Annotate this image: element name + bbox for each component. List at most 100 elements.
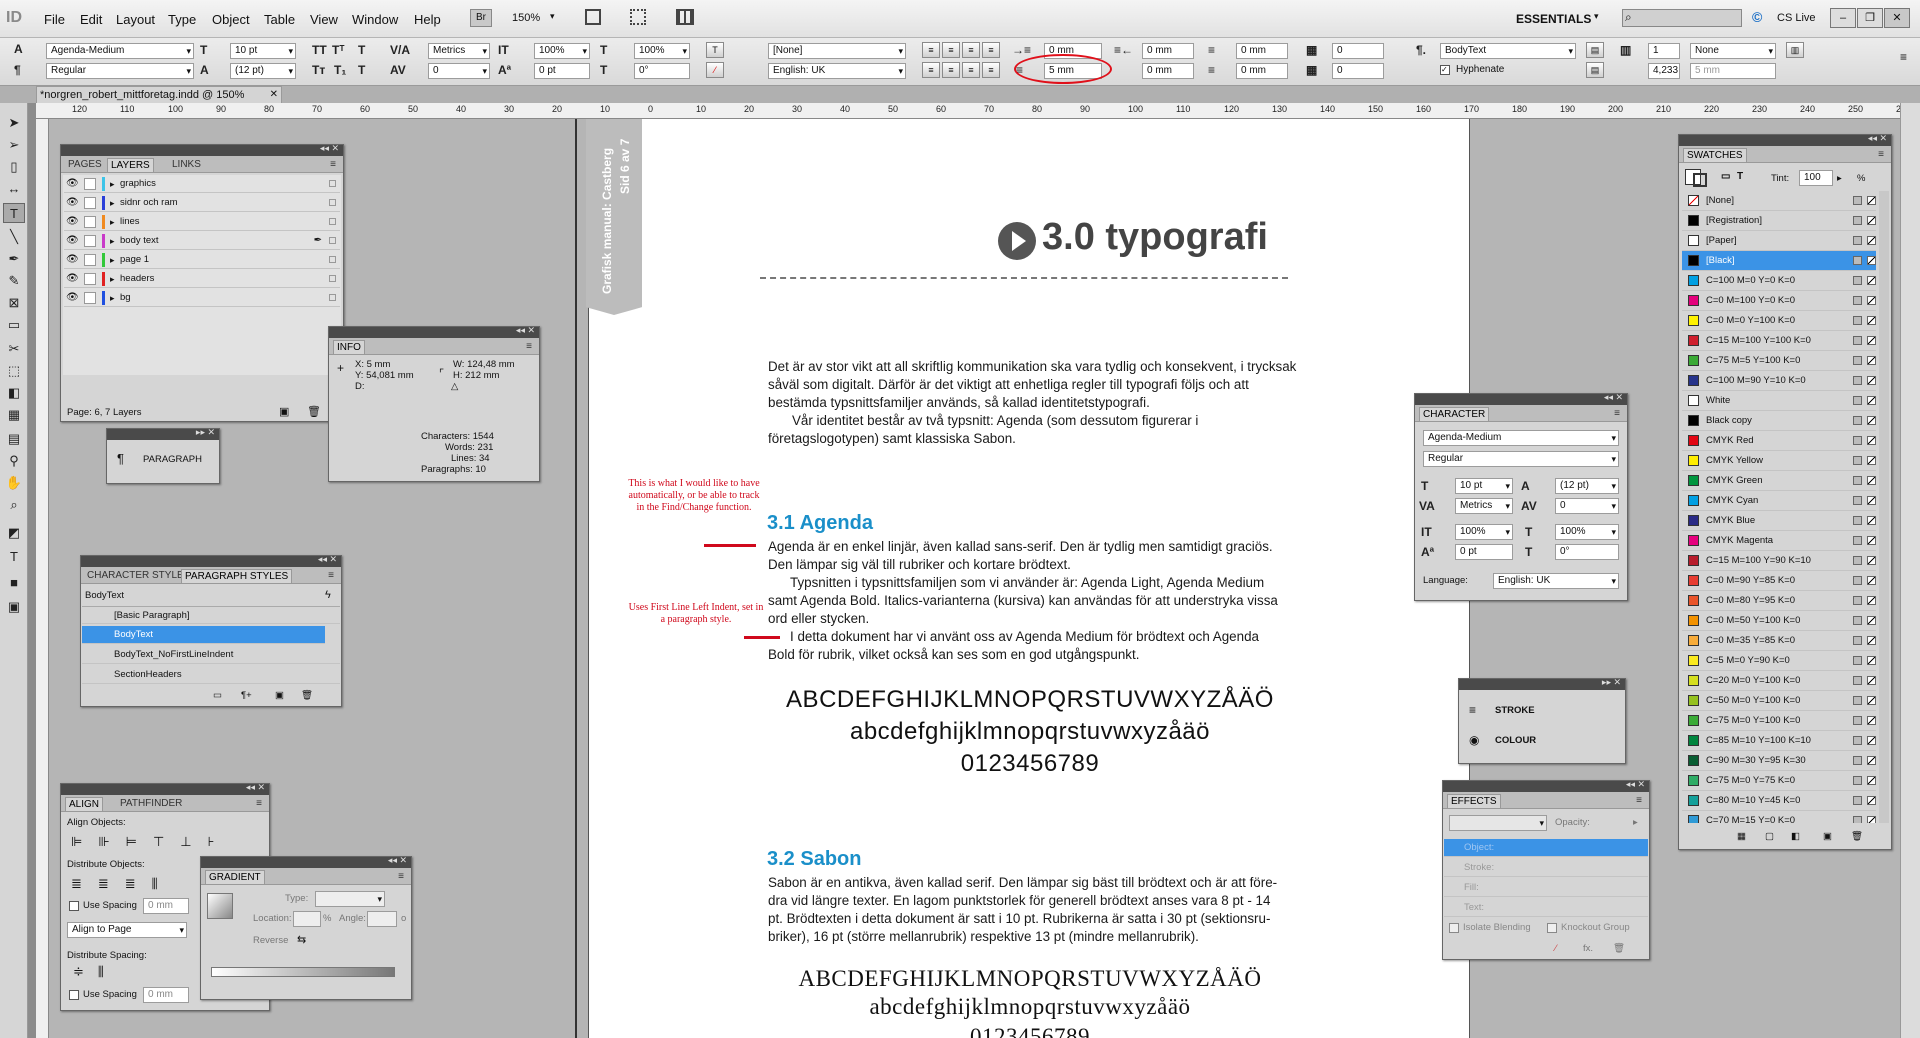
disclosure-triangle-icon[interactable]: ▸ bbox=[110, 251, 115, 269]
tab-character[interactable]: CHARACTER bbox=[1419, 407, 1490, 421]
character-style-select[interactable]: [None] bbox=[768, 43, 906, 59]
baseline-grid-on-icon[interactable]: ▤ bbox=[1586, 62, 1604, 78]
page-tool-icon[interactable]: ▯ bbox=[3, 157, 25, 177]
horizontal-scale-input[interactable]: 100% bbox=[634, 43, 690, 59]
subscript-icon[interactable]: T₁ bbox=[334, 62, 346, 78]
show-color-swatches-icon[interactable]: ▢ bbox=[1765, 831, 1774, 842]
direct-selection-tool-icon[interactable]: ➢ bbox=[3, 135, 25, 155]
character-tracking-select[interactable]: 0 bbox=[1555, 498, 1619, 514]
cs-live-button[interactable]: CS Live bbox=[1777, 12, 1816, 24]
eye-icon[interactable]: 👁 bbox=[66, 213, 79, 231]
lock-toggle[interactable] bbox=[84, 273, 96, 285]
swatch-item[interactable]: C=0 M=80 Y=95 K=0 bbox=[1682, 591, 1876, 611]
space-before-input[interactable]: 0 mm bbox=[1236, 43, 1288, 59]
isolate-blending-checkbox[interactable] bbox=[1449, 923, 1459, 933]
align-towards-spine-icon[interactable]: ≡ bbox=[982, 42, 1000, 58]
eye-icon[interactable]: 👁 bbox=[66, 232, 79, 250]
clear-overrides-icon[interactable]: ¶+ bbox=[241, 690, 252, 701]
swatch-item[interactable]: C=0 M=90 Y=85 K=0 bbox=[1682, 571, 1876, 591]
pen-tool-icon[interactable]: ✒ bbox=[3, 249, 25, 269]
eye-icon[interactable]: 👁 bbox=[66, 175, 79, 193]
character-style-select[interactable]: Regular bbox=[1423, 451, 1619, 467]
panel-menu-icon[interactable]: ≡ bbox=[1611, 407, 1623, 420]
type-tool-icon[interactable]: T bbox=[3, 203, 25, 223]
kerning-select[interactable]: Metrics bbox=[428, 43, 490, 59]
style-item[interactable]: [Basic Paragraph] bbox=[82, 606, 340, 624]
scissors-tool-icon[interactable]: ✂ bbox=[3, 339, 25, 359]
layer-row[interactable]: 👁 ▸ lines bbox=[64, 213, 340, 231]
swatch-item[interactable]: C=0 M=35 Y=85 K=0 bbox=[1682, 631, 1876, 651]
distribute-spacing-icon[interactable]: ≑⫼ bbox=[73, 964, 118, 980]
lock-toggle[interactable] bbox=[84, 254, 96, 266]
use-spacing-checkbox-2[interactable] bbox=[69, 990, 79, 1000]
collapse-icon[interactable]: ◂◂ ✕ bbox=[1868, 133, 1887, 144]
spacing-input[interactable]: 0 mm bbox=[143, 898, 189, 914]
menu-help[interactable]: Help bbox=[414, 12, 441, 27]
effects-row-fill[interactable]: Fill: bbox=[1444, 879, 1648, 897]
swatch-item[interactable]: C=5 M=0 Y=90 K=0 bbox=[1682, 651, 1876, 671]
note-tool-icon[interactable]: ▤ bbox=[3, 429, 25, 449]
new-layer-icon[interactable]: ▣ bbox=[279, 405, 289, 418]
tab-character-styles[interactable]: CHARACTER STYLES bbox=[84, 569, 193, 582]
swatch-item[interactable]: C=70 M=15 Y=0 K=0 bbox=[1682, 811, 1876, 823]
paragraph-panel-label[interactable]: PARAGRAPH bbox=[143, 454, 202, 465]
character-language-select[interactable]: English: UK bbox=[1493, 573, 1619, 589]
knockout-group-checkbox[interactable] bbox=[1547, 923, 1557, 933]
show-gradient-swatches-icon[interactable]: ◧ bbox=[1791, 831, 1800, 842]
gap-tool-icon[interactable]: ↔ bbox=[3, 179, 25, 199]
stroke-none-icon[interactable]: ⁄ bbox=[706, 62, 724, 78]
chevron-down-icon[interactable]: ▾ bbox=[550, 11, 555, 22]
columns-input[interactable]: 1 bbox=[1648, 43, 1680, 59]
free-transform-tool-icon[interactable]: ⬚ bbox=[3, 361, 25, 381]
justify-center-icon[interactable]: ≡ bbox=[942, 62, 960, 78]
layer-row[interactable]: 👁 ▸ graphics bbox=[64, 175, 340, 193]
opacity-arrow-icon[interactable]: ▸ bbox=[1633, 817, 1638, 828]
rectangle-tool-icon[interactable]: ▭ bbox=[3, 315, 25, 335]
align-center-icon[interactable]: ≡ bbox=[942, 42, 960, 58]
panel-menu-icon[interactable]: ≡ bbox=[523, 340, 535, 353]
span-columns-icon[interactable]: ▥ bbox=[1786, 42, 1804, 58]
font-family-select[interactable]: Agenda-Medium bbox=[46, 43, 194, 59]
swatch-item[interactable]: [Black] bbox=[1682, 251, 1876, 271]
panel-menu-icon[interactable]: ≡ bbox=[1875, 148, 1887, 161]
gradient-feather-tool-icon[interactable]: ▦ bbox=[3, 405, 25, 425]
bridge-button[interactable]: Br bbox=[470, 9, 492, 27]
eye-icon[interactable]: 👁 bbox=[66, 270, 79, 288]
swatch-item[interactable]: CMYK Red bbox=[1682, 431, 1876, 451]
collapse-icon[interactable]: ◂◂ ✕ bbox=[1626, 779, 1645, 790]
tint-input[interactable]: 100 bbox=[1799, 170, 1833, 186]
right-indent-input[interactable]: 0 mm bbox=[1142, 43, 1194, 59]
panel-menu-icon[interactable]: ≡ bbox=[325, 569, 337, 582]
disclosure-triangle-icon[interactable]: ▸ bbox=[110, 232, 115, 250]
swatch-item[interactable]: C=100 M=90 Y=10 K=0 bbox=[1682, 371, 1876, 391]
grid-select[interactable]: None bbox=[1690, 43, 1776, 59]
tab-effects[interactable]: EFFECTS bbox=[1447, 794, 1501, 808]
baseline-shift-input[interactable]: 0 pt bbox=[534, 63, 590, 79]
collapse-icon[interactable]: ◂◂ ✕ bbox=[516, 325, 535, 336]
pencil-tool-icon[interactable]: ✎ bbox=[3, 271, 25, 291]
restore-button[interactable]: ❐ bbox=[1857, 8, 1883, 28]
disclosure-triangle-icon[interactable]: ▸ bbox=[110, 289, 115, 307]
tab-gradient[interactable]: GRADIENT bbox=[205, 870, 265, 884]
trash-icon[interactable]: 🗑 bbox=[1851, 831, 1863, 842]
swatch-item[interactable]: C=75 M=5 Y=100 K=0 bbox=[1682, 351, 1876, 371]
gradient-swatch-tool-icon[interactable]: ◧ bbox=[3, 383, 25, 403]
layer-row[interactable]: 👁 ▸ page 1 bbox=[64, 251, 340, 269]
language-select[interactable]: English: UK bbox=[768, 63, 906, 79]
collapse-icon[interactable]: ◂◂ ✕ bbox=[388, 855, 407, 866]
lock-toggle[interactable] bbox=[84, 292, 96, 304]
swatch-item[interactable]: C=0 M=0 Y=100 K=0 bbox=[1682, 311, 1876, 331]
menu-table[interactable]: Table bbox=[264, 12, 295, 27]
disclosure-triangle-icon[interactable]: ▸ bbox=[110, 194, 115, 212]
character-vscale-input[interactable]: 100% bbox=[1455, 524, 1513, 540]
trash-icon[interactable]: 🗑 bbox=[1613, 943, 1625, 954]
swatch-item[interactable]: C=100 M=0 Y=0 K=0 bbox=[1682, 271, 1876, 291]
text-fill-icon[interactable]: T bbox=[706, 42, 724, 58]
folder-icon[interactable]: ▭ bbox=[213, 690, 222, 701]
column-gutter-input[interactable]: 4,233 bbox=[1648, 63, 1680, 79]
menu-layout[interactable]: Layout bbox=[116, 12, 155, 27]
selection-square[interactable] bbox=[329, 275, 336, 282]
selection-square[interactable] bbox=[329, 218, 336, 225]
distribute-buttons-icon[interactable]: ≣≣≣⫼ bbox=[71, 876, 174, 892]
screen-mode-icon[interactable] bbox=[630, 9, 646, 25]
